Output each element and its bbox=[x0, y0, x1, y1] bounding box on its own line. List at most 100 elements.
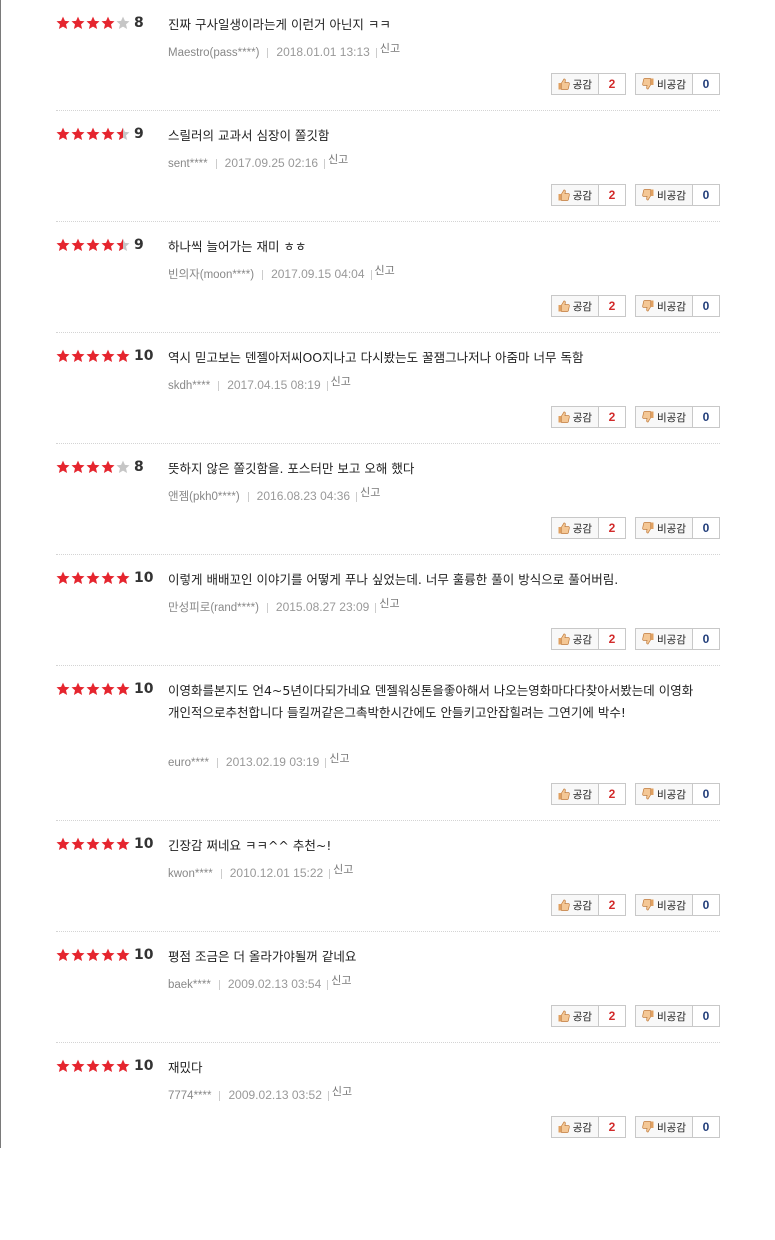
antipathy-count: 0 bbox=[693, 295, 720, 317]
report-link[interactable]: 신고 bbox=[332, 1085, 352, 1098]
review-item: 8 진짜 구사일생이라는게 이런거 아닌지 ㅋㅋ Maestro(pass****)… bbox=[0, 0, 775, 111]
review-date: 2018.01.01 13:13 bbox=[276, 45, 370, 59]
divider bbox=[325, 757, 327, 768]
sympathy-count: 2 bbox=[599, 1116, 627, 1138]
thumbs-down-icon bbox=[642, 1010, 654, 1022]
review-meta: 앤젬(pkh0****) 2016.08.23 04:36 신고 bbox=[168, 486, 380, 504]
sympathy-button[interactable]: 공감 bbox=[550, 783, 600, 805]
report-link[interactable]: 신고 bbox=[331, 375, 351, 388]
report-link[interactable]: 신고 bbox=[360, 486, 380, 499]
thumbs-up-icon bbox=[558, 411, 570, 423]
antipathy-button[interactable]: 비공감 bbox=[635, 295, 693, 317]
half-star-icon bbox=[116, 127, 130, 140]
review-text: 역시 믿고보는 덴젤아저씨OO지나고 다시봤는도 꿀잼그나저나 아줌마 너무 독… bbox=[168, 350, 584, 365]
report-link[interactable]: 신고 bbox=[380, 42, 400, 55]
thumbs-down-icon bbox=[642, 1121, 654, 1133]
antipathy-label: 비공감 bbox=[657, 189, 686, 202]
sympathy-button[interactable]: 공감 bbox=[550, 406, 600, 428]
report-link[interactable]: 신고 bbox=[375, 264, 395, 277]
review-item: 10 평점 조금은 더 올라가야될꺼 같네요 baek**** 2009.02.13 … bbox=[0, 932, 775, 1043]
sympathy-button[interactable]: 공감 bbox=[550, 1116, 600, 1138]
reviewer-name: kwon**** bbox=[168, 868, 213, 880]
rating-score: 10 bbox=[134, 836, 154, 852]
rating-score: 10 bbox=[134, 348, 154, 364]
rating-score: 10 bbox=[134, 947, 154, 963]
star-icon bbox=[116, 682, 130, 695]
star-icon bbox=[86, 16, 100, 29]
star-rating bbox=[56, 16, 131, 30]
report-link[interactable]: 신고 bbox=[379, 597, 399, 610]
divider bbox=[326, 380, 328, 391]
star-icon bbox=[71, 349, 85, 362]
thumbs-up-icon bbox=[558, 788, 570, 800]
antipathy-button[interactable]: 비공감 bbox=[635, 406, 693, 428]
antipathy-label: 비공감 bbox=[657, 522, 686, 535]
reviewer-name: 빈의자(moon****) bbox=[168, 269, 255, 281]
antipathy-button[interactable]: 비공감 bbox=[635, 1116, 693, 1138]
thumbs-up-icon bbox=[558, 522, 570, 534]
thumbs-up-icon bbox=[558, 300, 570, 312]
star-icon bbox=[56, 948, 70, 961]
antipathy-button[interactable]: 비공감 bbox=[635, 783, 693, 805]
review-text: 뜻하지 않은 쫄깃함을. 포스터만 보고 오해 했다 bbox=[168, 461, 415, 476]
divider bbox=[329, 868, 331, 879]
review-meta: euro**** 2013.02.19 03:19 신고 bbox=[168, 752, 350, 770]
antipathy-label: 비공감 bbox=[657, 788, 686, 801]
review-meta: kwon**** 2010.12.01 15:22 신고 bbox=[168, 863, 353, 881]
rating-score: 9 bbox=[134, 237, 144, 253]
review-item: 10 이영화를본지도 언4~5년이다되가네요 덴젤워싱톤을좋아해서 나오는영화마다… bbox=[0, 666, 775, 821]
star-icon bbox=[71, 948, 85, 961]
thumbs-up-icon bbox=[558, 1010, 570, 1022]
antipathy-count: 0 bbox=[693, 783, 720, 805]
star-icon bbox=[71, 1059, 85, 1072]
review-meta: 7774**** 2009.02.13 03:52 신고 bbox=[168, 1085, 352, 1103]
divider bbox=[375, 602, 377, 613]
star-icon bbox=[101, 682, 115, 695]
sympathy-count: 2 bbox=[599, 783, 627, 805]
sympathy-button[interactable]: 공감 bbox=[550, 894, 600, 916]
antipathy-button[interactable]: 비공감 bbox=[635, 894, 693, 916]
review-date: 2017.09.15 04:04 bbox=[271, 267, 365, 281]
thumbs-down-icon bbox=[642, 522, 654, 534]
sympathy-button[interactable]: 공감 bbox=[550, 517, 600, 539]
report-link[interactable]: 신고 bbox=[331, 974, 351, 987]
antipathy-button[interactable]: 비공감 bbox=[635, 184, 693, 206]
divider bbox=[327, 979, 329, 990]
thumbs-up-icon bbox=[558, 899, 570, 911]
thumbs-down-icon bbox=[642, 633, 654, 645]
antipathy-button[interactable]: 비공감 bbox=[635, 628, 693, 650]
star-icon bbox=[56, 127, 70, 140]
star-icon bbox=[101, 238, 115, 251]
thumbs-up-icon bbox=[558, 633, 570, 645]
antipathy-button[interactable]: 비공감 bbox=[635, 73, 693, 95]
star-rating bbox=[56, 349, 131, 363]
rating-score: 8 bbox=[134, 15, 144, 31]
sympathy-button[interactable]: 공감 bbox=[550, 628, 600, 650]
sympathy-label: 공감 bbox=[572, 1121, 593, 1134]
star-icon bbox=[101, 948, 115, 961]
star-icon bbox=[56, 349, 70, 362]
review-date: 2009.02.13 03:52 bbox=[228, 1088, 322, 1102]
sympathy-button[interactable]: 공감 bbox=[550, 184, 600, 206]
review-text: 하나씩 늘어가는 재미 ㅎㅎ bbox=[168, 239, 307, 254]
star-icon bbox=[101, 349, 115, 362]
report-link[interactable]: 신고 bbox=[333, 863, 353, 876]
divider bbox=[247, 491, 249, 502]
sympathy-label: 공감 bbox=[572, 522, 593, 535]
thumbs-up-icon bbox=[558, 189, 570, 201]
sympathy-button[interactable]: 공감 bbox=[550, 1005, 600, 1027]
rating-score: 10 bbox=[134, 1058, 154, 1074]
report-link[interactable]: 신고 bbox=[329, 752, 349, 765]
sympathy-button[interactable]: 공감 bbox=[550, 73, 600, 95]
sympathy-button[interactable]: 공감 bbox=[550, 295, 600, 317]
antipathy-button[interactable]: 비공감 bbox=[635, 1005, 693, 1027]
antipathy-count: 0 bbox=[693, 517, 720, 539]
report-link[interactable]: 신고 bbox=[328, 153, 348, 166]
antipathy-button[interactable]: 비공감 bbox=[635, 517, 693, 539]
divider bbox=[370, 269, 372, 280]
antipathy-count: 0 bbox=[693, 184, 720, 206]
